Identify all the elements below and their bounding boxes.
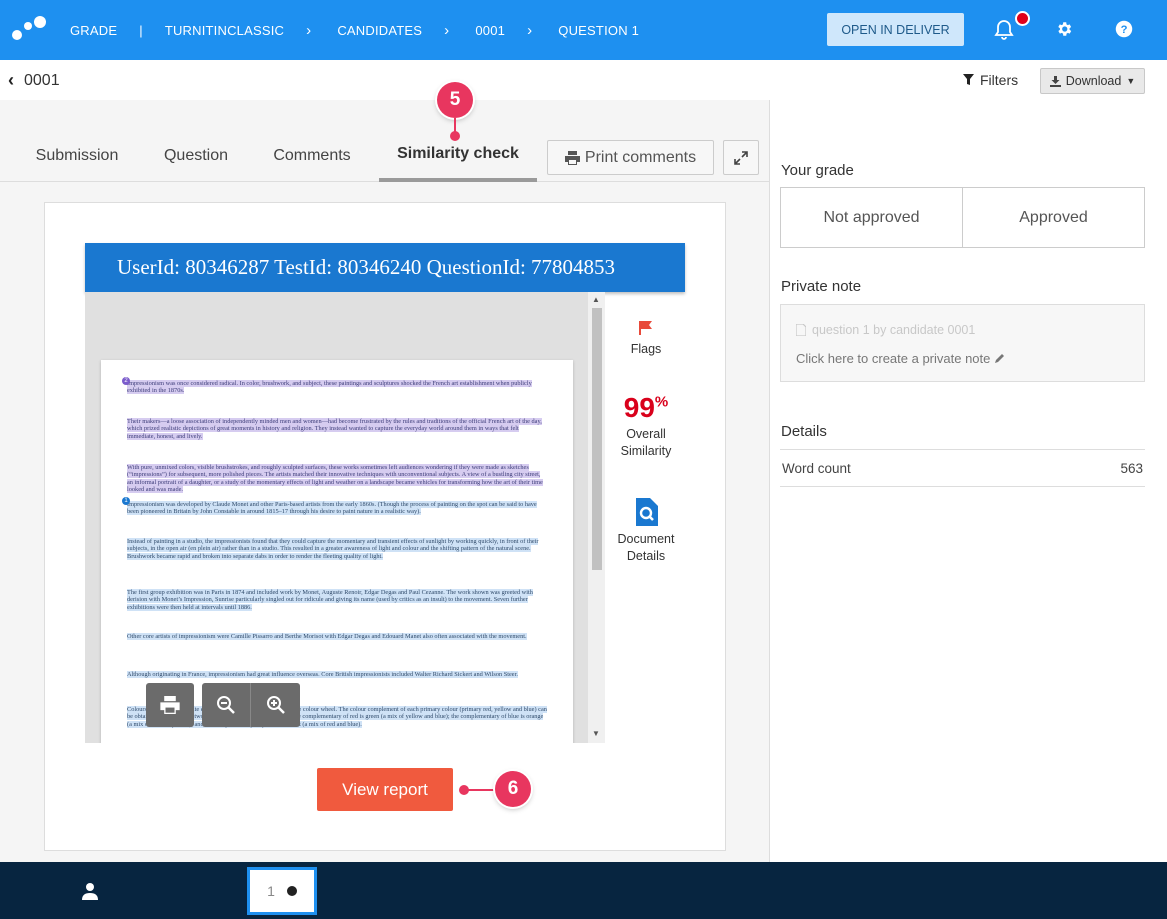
document-details-label-2: Details bbox=[626, 549, 666, 563]
document-icon bbox=[796, 324, 806, 336]
bell-icon[interactable] bbox=[992, 18, 1016, 42]
breadcrumb: GRADE | TURNITINCLASSIC › CANDIDATES › 0… bbox=[70, 0, 639, 60]
similarity-label-1: Overall bbox=[626, 427, 666, 441]
tab-submission[interactable]: Submission bbox=[22, 130, 132, 181]
zoom-out-button[interactable] bbox=[202, 683, 251, 727]
paragraph-7: Other core artists of impressionism were… bbox=[127, 633, 527, 640]
scroll-thumb[interactable] bbox=[592, 308, 602, 570]
paragraph-2: Their makers—a loose association of inde… bbox=[127, 418, 542, 440]
crumb-divider: | bbox=[139, 22, 143, 38]
gear-icon[interactable] bbox=[1055, 20, 1073, 38]
pencil-icon bbox=[995, 354, 1005, 363]
word-count-row: Word count 563 bbox=[780, 449, 1145, 487]
flag-icon bbox=[639, 321, 652, 335]
tab-comments[interactable]: Comments bbox=[262, 130, 362, 181]
crumb-candidates[interactable]: CANDIDATES bbox=[337, 23, 422, 38]
answered-dot-icon bbox=[286, 886, 297, 896]
bottom-navigation: 1 bbox=[0, 862, 1167, 919]
paragraph-5: Instead of painting in a studio, the imp… bbox=[127, 538, 539, 560]
document-search-icon bbox=[636, 498, 658, 526]
scroll-down-icon[interactable]: ▼ bbox=[592, 729, 600, 738]
crumb-turnitinclassic[interactable]: TURNITINCLASSIC bbox=[165, 23, 284, 38]
scroll-up-icon[interactable]: ▲ bbox=[592, 295, 600, 304]
expand-button[interactable] bbox=[723, 140, 759, 175]
match-badge-1[interactable]: 1 bbox=[122, 497, 130, 505]
overall-similarity-button[interactable]: 99% Overall Similarity bbox=[605, 392, 687, 458]
similarity-score: 99% bbox=[623, 392, 669, 423]
chevron-left-icon: ‹ bbox=[8, 70, 14, 90]
similarity-side-rail: Flags 99% Overall Similarity Document De… bbox=[605, 292, 687, 743]
logo-icon[interactable] bbox=[12, 16, 48, 44]
paragraph-8: Although originating in France, impressi… bbox=[127, 671, 518, 678]
grading-panel: Your grade Not approved Approved Private… bbox=[769, 100, 1167, 862]
filters-button[interactable]: Filters bbox=[963, 72, 1018, 88]
callout-line bbox=[454, 118, 456, 132]
callout-line bbox=[465, 789, 497, 791]
callout-marker-5: 5 bbox=[437, 82, 473, 118]
view-report-button[interactable]: View report bbox=[317, 768, 453, 811]
similarity-card: UserId: 80346287 TestId: 80346240 Questi… bbox=[44, 202, 726, 851]
user-icon[interactable] bbox=[82, 882, 98, 900]
print-icon bbox=[564, 150, 580, 165]
private-note-box[interactable]: question 1 by candidate 0001 Click here … bbox=[780, 304, 1145, 382]
paragraph-4: Impressionism was developed by Claude Mo… bbox=[127, 501, 537, 516]
private-note-label: Private note bbox=[781, 278, 862, 295]
page-number: 1 bbox=[267, 883, 275, 899]
crumb-candidate[interactable]: 0001 bbox=[475, 23, 505, 38]
download-button[interactable]: Download ▼ bbox=[1040, 68, 1145, 94]
flags-button[interactable]: Flags bbox=[605, 320, 687, 356]
filters-label: Filters bbox=[980, 72, 1019, 88]
your-grade-label: Your grade bbox=[781, 162, 854, 179]
caret-down-icon: ▼ bbox=[1126, 76, 1136, 86]
back-link[interactable]: ‹ 0001 bbox=[8, 70, 60, 91]
create-note-link[interactable]: Click here to create a private note bbox=[796, 351, 1005, 366]
document-header: UserId: 80346287 TestId: 80346240 Questi… bbox=[85, 243, 685, 292]
candidate-id: 0001 bbox=[24, 71, 60, 89]
zoom-in-button[interactable] bbox=[251, 683, 300, 727]
crumb-grade[interactable]: GRADE bbox=[70, 23, 117, 38]
paragraph-3: With pure, unmixed colors, visible brush… bbox=[127, 464, 543, 494]
callout-dot bbox=[450, 131, 460, 141]
callout-marker-6: 6 bbox=[495, 771, 531, 807]
print-icon bbox=[160, 696, 180, 714]
similarity-label-2: Similarity bbox=[620, 444, 672, 458]
zoom-out-icon bbox=[217, 696, 235, 714]
word-count-label: Word count bbox=[782, 460, 851, 476]
chevron-right-icon: › bbox=[306, 21, 312, 39]
details-label: Details bbox=[781, 423, 827, 440]
help-icon[interactable]: ? bbox=[1115, 20, 1133, 38]
chevron-right-icon: › bbox=[527, 21, 533, 39]
top-bar: GRADE | TURNITINCLASSIC › CANDIDATES › 0… bbox=[0, 0, 1167, 60]
open-in-deliver-button[interactable]: OPEN IN DELIVER bbox=[827, 13, 964, 46]
paragraph-1: Impressionism was once considered radica… bbox=[127, 380, 532, 395]
print-document-button[interactable] bbox=[146, 683, 194, 727]
paragraph-6: The first group exhibition was in Paris … bbox=[127, 589, 533, 611]
document-details-button[interactable]: Document Details bbox=[605, 498, 687, 563]
filter-icon bbox=[963, 74, 974, 85]
viewer-scrollbar[interactable]: ▲ ▼ bbox=[588, 292, 605, 743]
notification-badge bbox=[1015, 11, 1030, 26]
svg-text:?: ? bbox=[1121, 24, 1128, 36]
crumb-question[interactable]: QUESTION 1 bbox=[558, 23, 639, 38]
note-title: question 1 by candidate 0001 bbox=[796, 323, 975, 337]
not-approved-option[interactable]: Not approved bbox=[781, 188, 962, 247]
document-viewer[interactable]: Impressionism was once considered radica… bbox=[85, 292, 605, 743]
grade-selector: Not approved Approved bbox=[780, 187, 1145, 248]
match-badge-2[interactable]: 2 bbox=[122, 377, 130, 385]
zoom-in-icon bbox=[266, 696, 285, 714]
tab-question[interactable]: Question bbox=[150, 130, 242, 181]
sub-bar: ‹ 0001 Filters Download ▼ bbox=[0, 60, 1167, 100]
print-comments-label: Print comments bbox=[584, 148, 697, 166]
main-panel: Submission Question Comments Similarity … bbox=[0, 82, 769, 862]
flags-label: Flags bbox=[630, 342, 662, 356]
expand-icon bbox=[734, 150, 748, 165]
download-label: Download bbox=[1065, 74, 1122, 88]
approved-option[interactable]: Approved bbox=[962, 188, 1144, 247]
word-count-value: 563 bbox=[1120, 460, 1143, 476]
download-icon bbox=[1049, 75, 1061, 87]
page-chip-1[interactable]: 1 bbox=[247, 867, 317, 915]
chevron-right-icon: › bbox=[444, 21, 450, 39]
print-comments-button[interactable]: Print comments bbox=[547, 140, 714, 175]
document-details-label-1: Document bbox=[617, 532, 675, 546]
